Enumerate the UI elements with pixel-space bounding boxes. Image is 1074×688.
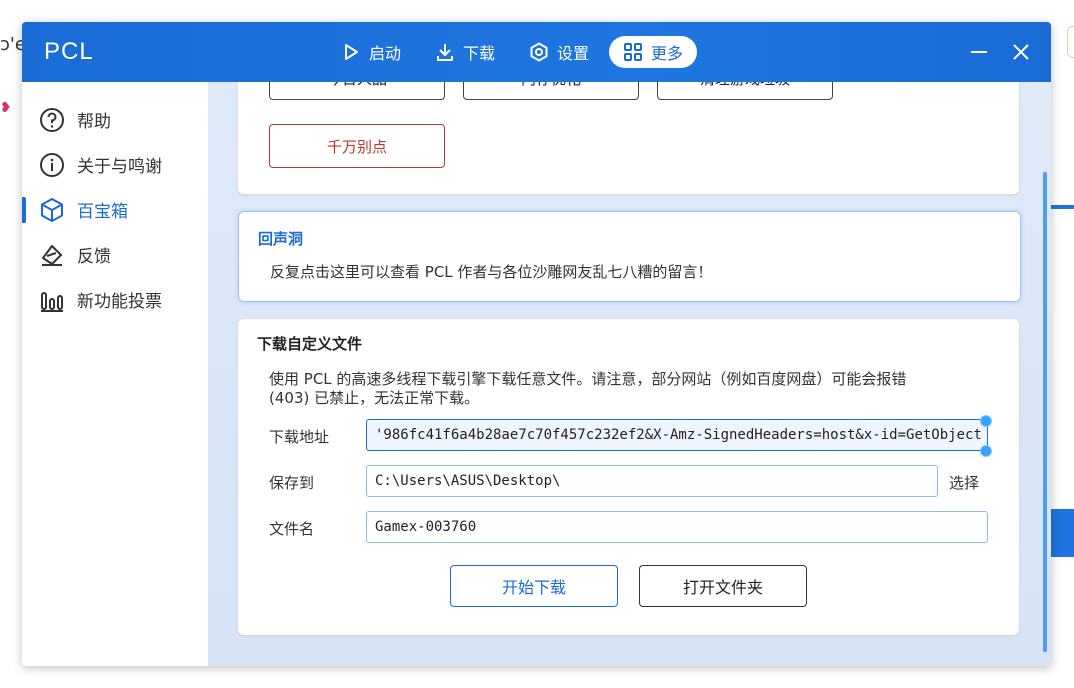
minimize-button[interactable] <box>969 36 989 68</box>
nav-download[interactable]: 下载 <box>421 36 509 68</box>
custom-download-title: 下载自定义文件 <box>257 335 363 353</box>
vote-icon <box>41 291 63 312</box>
nav-label: 设置 <box>557 44 590 63</box>
close-button[interactable] <box>1011 36 1031 68</box>
url-input[interactable]: '986fc41f6a4b28ae7c70f457c232ef2&X-Amz-S… <box>366 419 988 451</box>
toolbox-card: 今日人品 内存优化 清理游戏垃圾 千万别点 <box>238 82 1019 194</box>
url-label: 下载地址 <box>269 428 330 446</box>
minimize-icon <box>971 51 987 53</box>
selection-handle[interactable] <box>980 415 992 427</box>
sidebar-item-about[interactable]: 关于与鸣谢 <box>22 142 208 187</box>
choose-folder-button[interactable]: 选择 <box>949 472 979 493</box>
open-folder-button[interactable]: 打开文件夹 <box>639 565 807 607</box>
sidebar-item-label: 帮助 <box>77 112 111 132</box>
download-icon <box>437 44 454 61</box>
sidebar-item-toolbox[interactable]: 百宝箱 <box>22 187 208 232</box>
app-title: PCL <box>44 38 94 65</box>
grid-icon <box>624 43 643 61</box>
selection-handle[interactable] <box>980 445 992 457</box>
sidebar-item-vote[interactable]: 新功能投票 <box>22 277 208 322</box>
top-nav: 启动 下载 设置 更多 <box>327 36 698 68</box>
feedback-icon <box>42 244 62 266</box>
background-fragment <box>1050 509 1074 557</box>
echo-cave-title: 回声洞 <box>258 230 304 248</box>
close-icon <box>1013 44 1029 60</box>
filename-input[interactable]: Gamex-003760 <box>366 511 988 543</box>
help-icon <box>40 107 64 132</box>
custom-download-card: 下载自定义文件 使用 PCL 的高速多线程下载引擎下载任意文件。请注意，部分网站… <box>238 319 1019 635</box>
description-line: 使用 PCL 的高速多线程下载引擎下载任意文件。请注意，部分网站（例如百度网盘）… <box>269 370 907 388</box>
nav-label: 下载 <box>463 44 496 63</box>
window-controls <box>969 36 1031 68</box>
nav-launch[interactable]: 启动 <box>327 36 415 68</box>
main-content[interactable]: 今日人品 内存优化 清理游戏垃圾 千万别点 回声洞 反复点击这里可以查看 PCL… <box>208 82 1051 666</box>
memory-optimize-button[interactable]: 内存优化 <box>463 82 639 100</box>
sidebar-item-help[interactable]: 帮助 <box>22 97 208 142</box>
save-to-label: 保存到 <box>269 474 315 492</box>
background-pin-icon: ❥ <box>0 100 12 116</box>
nav-settings[interactable]: 设置 <box>515 36 603 68</box>
scrollbar[interactable] <box>1043 172 1047 652</box>
start-download-button[interactable]: 开始下载 <box>450 565 618 607</box>
background-fragment <box>1050 205 1074 209</box>
echo-cave-card[interactable]: 回声洞 反复点击这里可以查看 PCL 作者与各位沙雕网友乱七八糟的留言！ <box>238 211 1021 302</box>
description-line: (403) 已禁止，无法正常下载。 <box>269 389 480 407</box>
background-fragment <box>1067 26 1074 58</box>
title-bar[interactable]: PCL 启动 下载 设置 更多 <box>22 22 1051 82</box>
sidebar-item-label: 反馈 <box>77 247 111 267</box>
luck-button[interactable]: 今日人品 <box>269 82 445 100</box>
sidebar: 帮助 关于与鸣谢 百宝箱 反馈 新功能投票 <box>22 82 208 666</box>
play-icon <box>345 44 358 60</box>
sidebar-item-feedback[interactable]: 反馈 <box>22 232 208 277</box>
cube-icon <box>41 197 63 222</box>
sidebar-item-label: 百宝箱 <box>77 202 128 222</box>
echo-cave-text: 反复点击这里可以查看 PCL 作者与各位沙雕网友乱七八糟的留言！ <box>270 263 713 281</box>
sidebar-item-label: 新功能投票 <box>77 292 162 312</box>
pcl-window: PCL 启动 下载 设置 更多 帮助 关于与鸣谢 百宝箱 反馈 新功能投票 千万… <box>22 22 1051 666</box>
nav-label: 启动 <box>369 44 402 63</box>
save-path-input[interactable]: C:\Users\ASUS\Desktop\ <box>366 465 938 497</box>
do-not-click-button[interactable]: 千万别点 <box>269 124 445 168</box>
clean-game-junk-button[interactable]: 清理游戏垃圾 <box>657 82 833 100</box>
nav-label: 更多 <box>651 44 684 63</box>
filename-label: 文件名 <box>269 520 315 538</box>
info-icon <box>40 152 64 177</box>
sidebar-item-label: 关于与鸣谢 <box>77 157 162 177</box>
settings-icon <box>530 42 548 62</box>
nav-more[interactable]: 更多 <box>609 36 698 68</box>
